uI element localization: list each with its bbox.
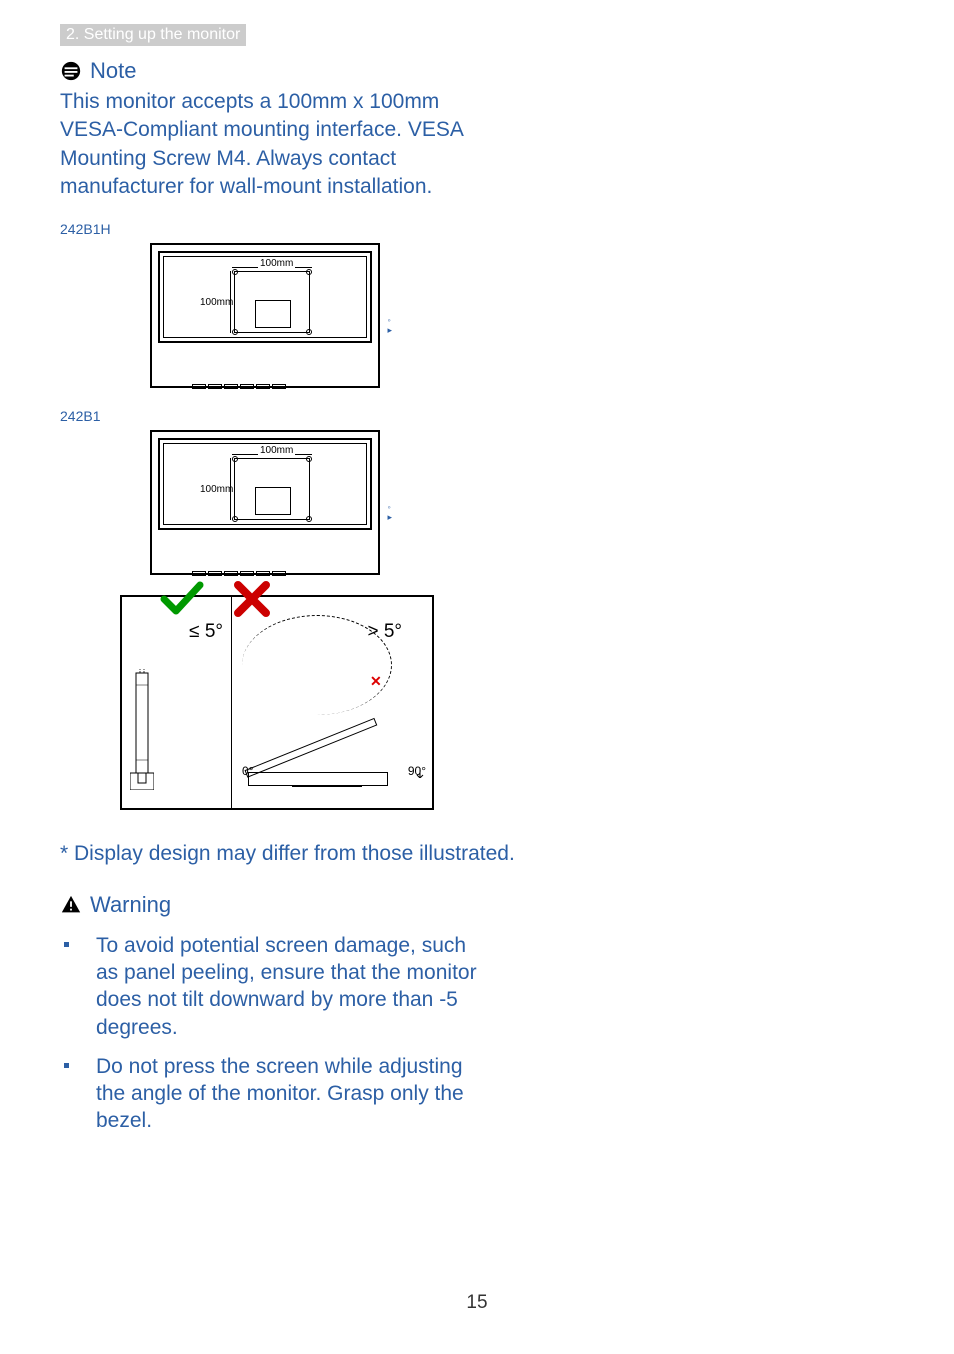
vesa-diagram-2: 100mm 100mm ◦▸ [60, 430, 894, 575]
x-small-icon: ✕ [370, 673, 382, 690]
note-header: Note [60, 58, 894, 84]
model-label-2: 242B1 [60, 408, 894, 424]
warning-item: Do not press the screen while adjusting … [60, 1053, 490, 1135]
vesa-diagram-1: 100mm 100mm ◦▸ [60, 243, 894, 388]
tilt-ok-label: ≤ 5° [189, 621, 223, 643]
bullet-icon [64, 942, 69, 947]
warning-item-text: To avoid potential screen damage, such a… [96, 934, 477, 1039]
checkmark-icon [160, 579, 204, 624]
warning-icon [60, 894, 82, 916]
dim-v-label-2: 100mm [200, 484, 233, 495]
dim-v-label: 100mm [200, 297, 233, 308]
warning-title: Warning [90, 892, 171, 918]
section-header: 2. Setting up the monitor [60, 24, 246, 46]
note-title: Note [90, 58, 136, 84]
tilt-diagram: ≤ 5° > 5° 0° 90° ✕ [120, 595, 434, 810]
warning-item: To avoid potential screen damage, such a… [60, 932, 490, 1041]
page-number: 15 [466, 1292, 487, 1314]
model-label-1: 242B1H [60, 221, 894, 237]
note-icon [60, 60, 82, 82]
x-icon [232, 579, 272, 624]
disclaimer-text: * Display design may differ from those i… [60, 840, 894, 867]
dim-h-label: 100mm [258, 258, 295, 269]
note-body-text: This monitor accepts a 100mm x 100mm VES… [60, 88, 490, 201]
warning-item-text: Do not press the screen while adjusting … [96, 1055, 464, 1133]
dim-h-label-2: 100mm [258, 445, 295, 456]
warning-list: To avoid potential screen damage, such a… [60, 932, 894, 1135]
bullet-icon [64, 1063, 69, 1068]
warning-header: Warning [60, 892, 894, 918]
